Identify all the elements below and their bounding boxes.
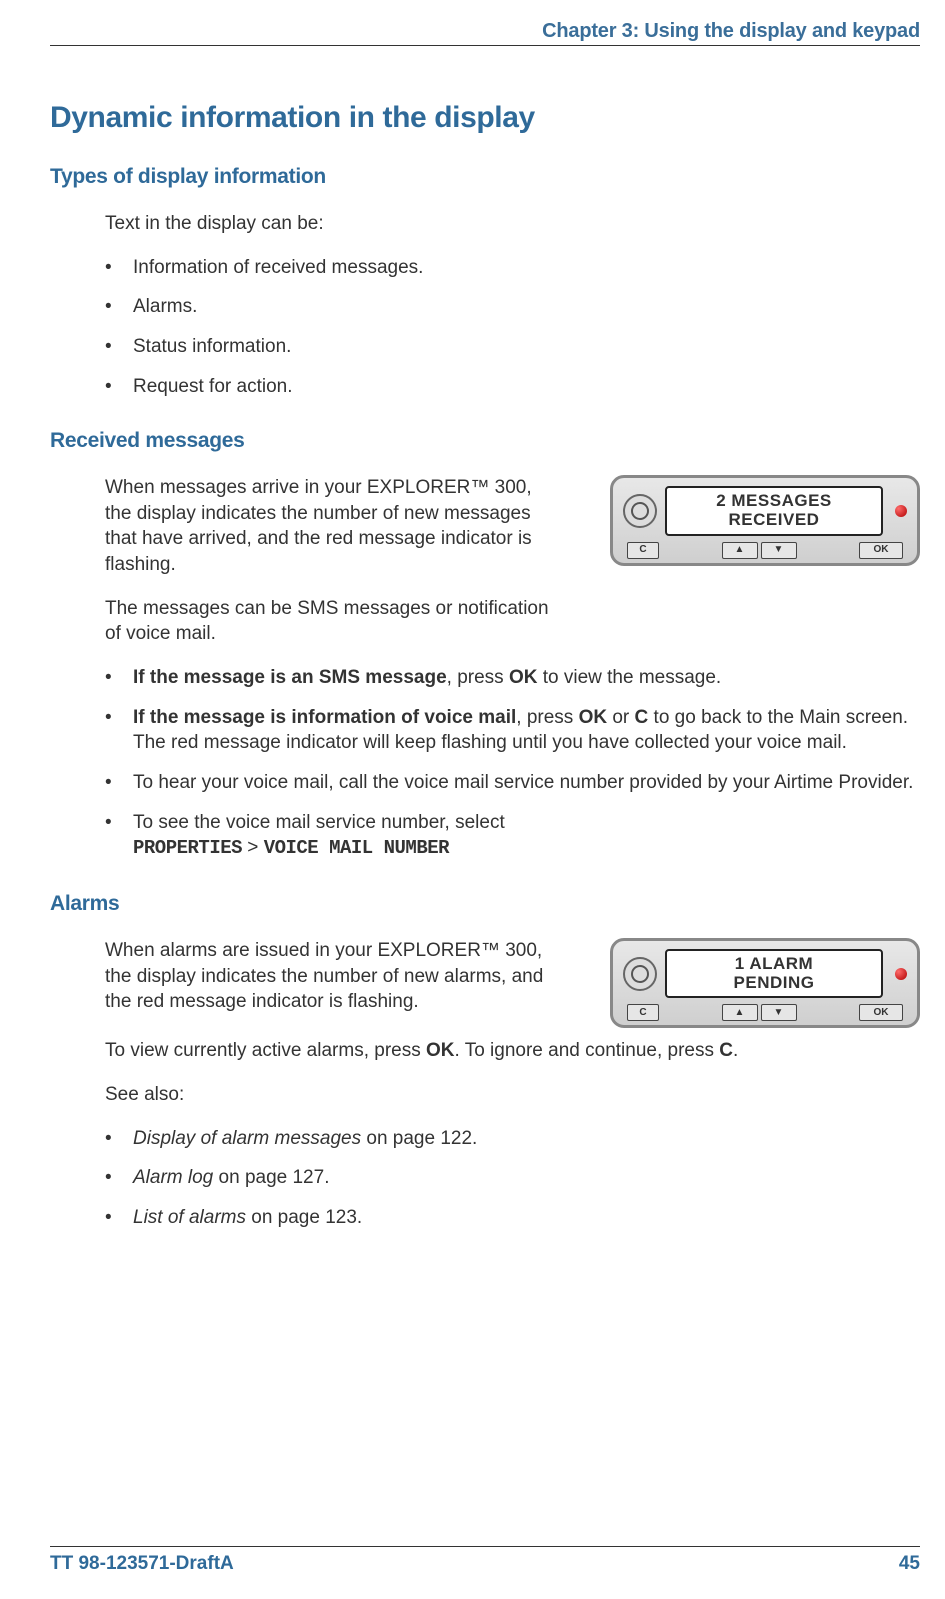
received-body: 2 MESSAGES RECEIVED C ▲ ▼ OK When messag… [105, 475, 920, 862]
types-list: Information of received messages. Alarms… [105, 255, 920, 400]
key-ok: OK [859, 1004, 903, 1021]
list-item: To hear your voice mail, call the voice … [105, 770, 920, 796]
list-item: Display of alarm messages on page 122. [105, 1126, 920, 1152]
alarms-body: 1 ALARM PENDING C ▲ ▼ OK When alarms are… [105, 938, 920, 1231]
key-up-icon: ▲ [722, 542, 758, 559]
screen-line: RECEIVED [671, 511, 877, 530]
types-body: Text in the display can be: Information … [105, 211, 920, 399]
see-also: See also: [105, 1082, 920, 1108]
key-down-icon: ▼ [761, 542, 797, 559]
list-item: If the message is information of voice m… [105, 705, 920, 756]
list-item: Information of received messages. [105, 255, 920, 281]
page-header: Chapter 3: Using the display and keypad [50, 20, 920, 46]
footer-page-number: 45 [899, 1553, 920, 1575]
led-indicator [895, 968, 907, 980]
power-icon [623, 494, 657, 528]
device-screen: 2 MESSAGES RECEIVED [665, 486, 883, 535]
types-intro: Text in the display can be: [105, 211, 920, 237]
received-para2: The messages can be SMS messages or noti… [105, 596, 565, 647]
subsection-received: Received messages [50, 429, 920, 453]
received-para1: When messages arrive in your EXPLORER™ 3… [105, 475, 535, 578]
screen-line: PENDING [671, 974, 877, 993]
list-item: Alarm log on page 127. [105, 1165, 920, 1191]
device-illustration-messages: 2 MESSAGES RECEIVED C ▲ ▼ OK [610, 475, 920, 565]
key-c: C [627, 542, 659, 559]
device-screen: 1 ALARM PENDING [665, 949, 883, 998]
device-illustration-alarms: 1 ALARM PENDING C ▲ ▼ OK [610, 938, 920, 1028]
key-c: C [627, 1004, 659, 1021]
key-up-icon: ▲ [722, 1004, 758, 1021]
power-icon [623, 957, 657, 991]
list-item: List of alarms on page 123. [105, 1205, 920, 1231]
page-footer: TT 98-123571-DraftA 45 [50, 1546, 920, 1575]
key-down-icon: ▼ [761, 1004, 797, 1021]
key-ok: OK [859, 542, 903, 559]
subsection-alarms: Alarms [50, 892, 920, 916]
list-item: Status information. [105, 334, 920, 360]
alarms-refs: Display of alarm messages on page 122. A… [105, 1126, 920, 1231]
screen-line: 1 ALARM [671, 955, 877, 974]
alarms-para1: When alarms are issued in your EXPLORER™… [105, 938, 565, 1015]
list-item: Request for action. [105, 374, 920, 400]
list-item: Alarms. [105, 294, 920, 320]
list-item: If the message is an SMS message, press … [105, 665, 920, 691]
received-list: If the message is an SMS message, press … [105, 665, 920, 862]
footer-doc-id: TT 98-123571-DraftA [50, 1553, 234, 1575]
led-indicator [895, 505, 907, 517]
list-item: To see the voice mail service number, se… [105, 810, 920, 862]
subsection-types: Types of display information [50, 165, 920, 189]
screen-line: 2 MESSAGES [671, 492, 877, 511]
alarms-para2: To view currently active alarms, press O… [105, 1038, 920, 1064]
section-title: Dynamic information in the display [50, 101, 920, 135]
chapter-title: Chapter 3: Using the display and keypad [542, 20, 920, 42]
